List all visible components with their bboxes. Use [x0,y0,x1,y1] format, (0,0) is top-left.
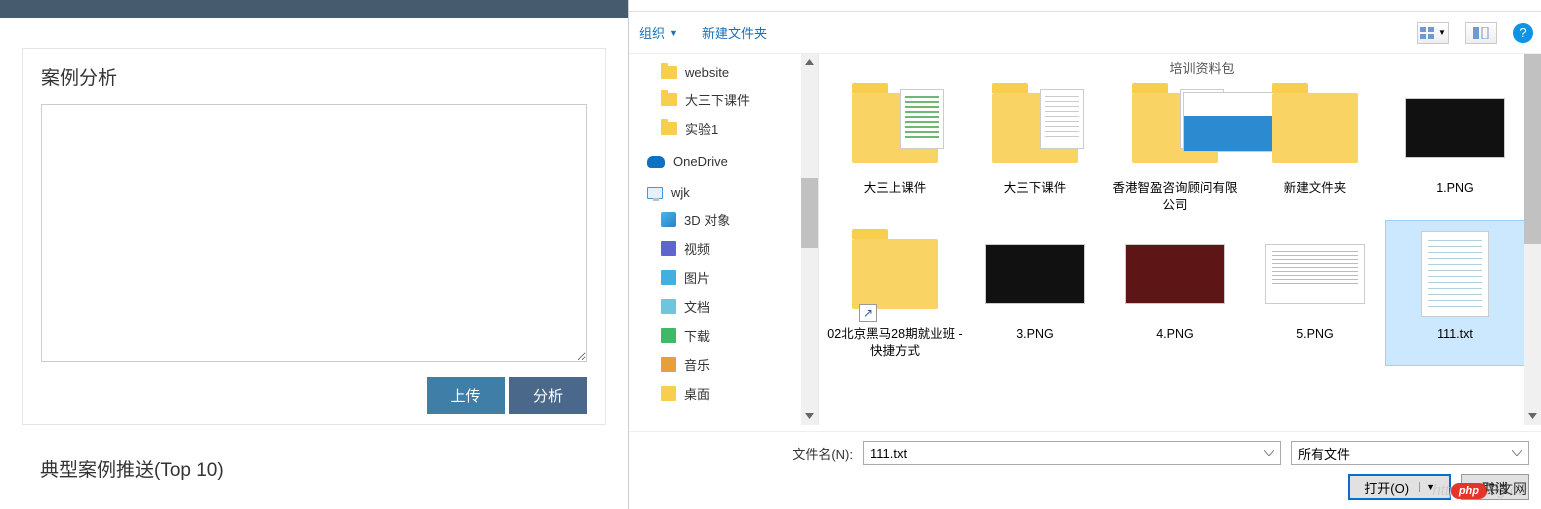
tree-item[interactable]: 3D 对象 [629,205,818,234]
analyze-button[interactable]: 分析 [509,377,587,414]
case-analysis-card: 案例分析 上传 分析 [22,48,606,425]
php-badge: php [1451,483,1487,499]
nav-tree: website大三下课件实验1 OneDrive wjk3D 对象视频图片文档下载音… [629,54,819,425]
tree-item[interactable]: wjk [629,180,818,205]
background-app: 案例分析 上传 分析 典型案例推送(Top 10) [0,0,628,509]
view-mode-button[interactable]: ▼ [1417,22,1449,44]
filename-input[interactable] [863,441,1281,465]
file-item[interactable]: 大三下课件 [965,74,1105,220]
file-item[interactable]: 4.PNG [1105,220,1245,366]
file-open-dialog: 组织 ▼ 新建文件夹 ▼ ? website大三下课件实验1OneDrivewj… [628,0,1541,509]
top10-section-title: 典型案例推送(Top 10) [40,455,606,482]
chevron-down-icon: ▼ [669,28,678,38]
card-title: 案例分析 [41,63,587,90]
files-scrollbar[interactable] [1524,54,1541,425]
tree-item[interactable]: 图片 [629,263,818,292]
tree-item[interactable]: website [629,60,818,85]
file-browser: website大三下课件实验1OneDrivewjk3D 对象视频图片文档下载音… [629,54,1541,425]
button-row: 上传 分析 [41,377,587,414]
new-folder-button[interactable]: 新建文件夹 [702,23,767,42]
tree-item[interactable]: 文档 [629,292,818,321]
app-header-bar [0,0,628,18]
tree-item[interactable]: 实验1 [629,114,818,143]
file-item[interactable]: 香港智盈咨询顾问有限公司 [1105,74,1245,220]
dialog-toolbar: 组织 ▼ 新建文件夹 ▼ ? [629,12,1541,54]
tree-item[interactable]: 视频 [629,234,818,263]
tree-item[interactable]: 大三下课件 [629,85,818,114]
upload-button[interactable]: 上传 [427,377,505,414]
tree-scrollbar[interactable] [801,54,818,425]
tree-item[interactable]: 桌面 [629,379,818,408]
help-icon[interactable]: ? [1513,23,1533,43]
filename-label: 文件名(N): [792,444,853,463]
file-type-filter[interactable] [1291,441,1529,465]
file-item[interactable]: 新建文件夹 [1245,74,1385,220]
file-item[interactable]: 111.txt [1385,220,1525,366]
files-scroll-thumb[interactable] [1524,54,1541,244]
tree-scroll-thumb[interactable] [801,178,818,248]
file-list-area: 培训资料包 大三上课件大三下课件香港智盈咨询顾问有限公司新建文件夹1.PNG ↗0… [819,54,1541,425]
brand-text: 中文网 [1485,479,1527,499]
file-item[interactable]: 5.PNG [1245,220,1385,366]
file-item[interactable]: 大三上课件 [825,74,965,220]
file-item[interactable]: 1.PNG [1385,74,1525,220]
case-textarea[interactable] [41,104,587,362]
tree-item[interactable]: OneDrive [629,149,818,174]
file-item[interactable]: 3.PNG [965,220,1105,366]
dialog-bottom-bar: 文件名(N): 打开(O)▼ 取消 https://blog.cs php 中文… [629,431,1541,509]
tree-item[interactable]: 下载 [629,321,818,350]
preview-pane-button[interactable] [1465,22,1497,44]
file-item[interactable]: ↗02北京黑马28期就业班 - 快捷方式 [825,220,965,366]
group-header: 培训资料包 [825,54,1535,70]
tree-item[interactable]: 音乐 [629,350,818,379]
organize-menu[interactable]: 组织 ▼ [639,23,678,42]
